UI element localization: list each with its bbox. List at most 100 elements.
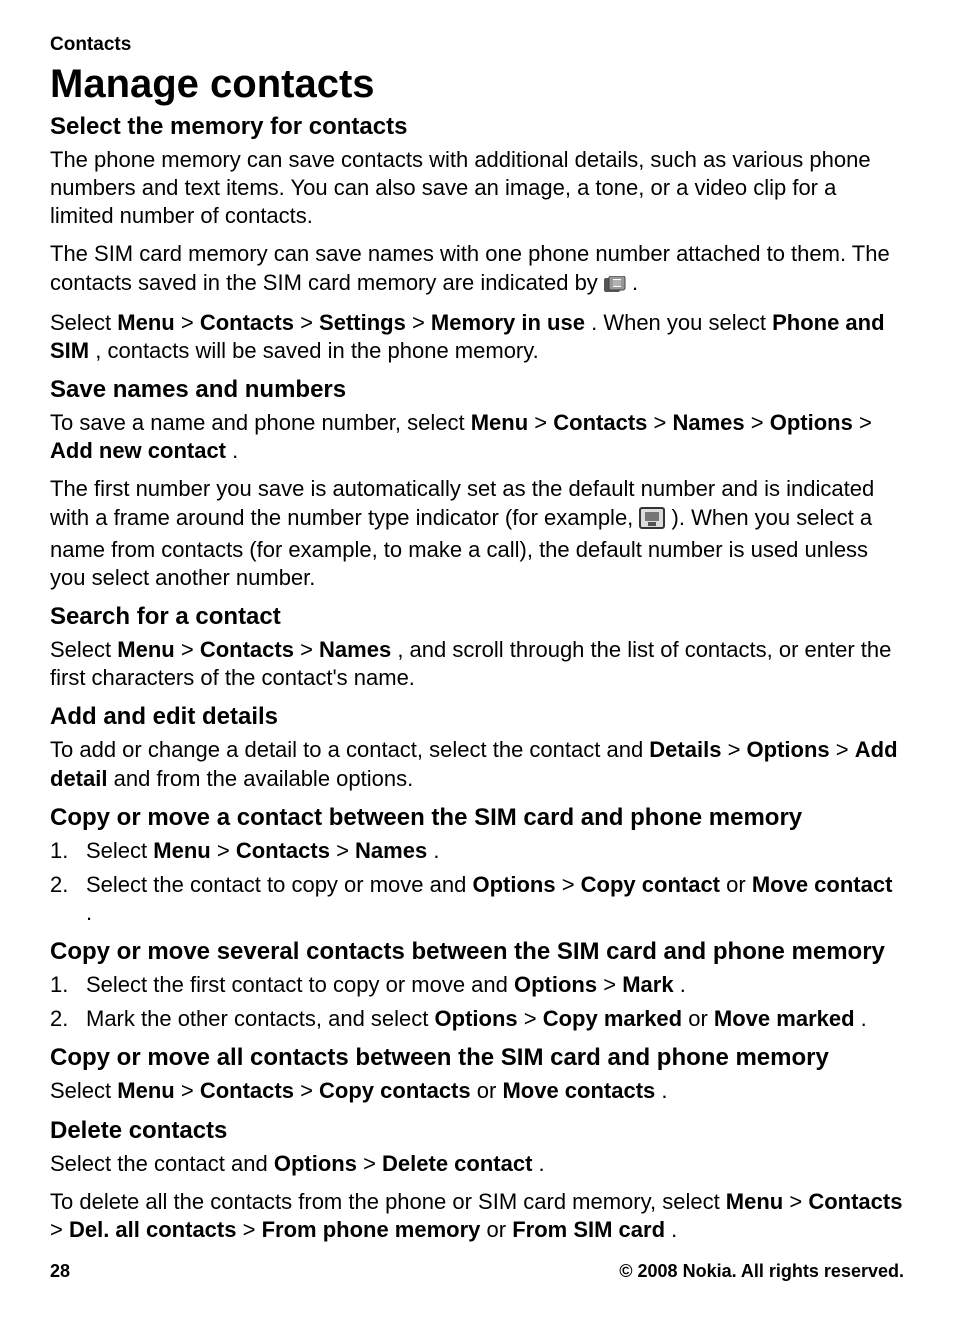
text: . [671, 1217, 677, 1242]
paragraph: To add or change a detail to a contact, … [50, 736, 904, 792]
nav-menu: Menu [117, 1078, 174, 1103]
text: . [632, 270, 638, 295]
nav-contacts: Contacts [200, 1078, 294, 1103]
heading-save-names: Save names and numbers [50, 375, 904, 405]
list-number: 2. [50, 871, 80, 899]
text: or [726, 872, 752, 897]
separator: > [751, 410, 770, 435]
nav-move-contact: Move contact [752, 872, 893, 897]
heading-search-contact: Search for a contact [50, 602, 904, 632]
text: Select [50, 637, 117, 662]
ordered-list: 1. Select the first contact to copy or m… [50, 971, 904, 1033]
separator: > [562, 872, 581, 897]
nav-menu: Menu [726, 1189, 783, 1214]
list-number: 2. [50, 1005, 80, 1033]
nav-copy-marked: Copy marked [543, 1006, 682, 1031]
paragraph: The phone memory can save contacts with … [50, 146, 904, 230]
text: . [661, 1078, 667, 1103]
separator: > [300, 1078, 319, 1103]
text: Select [50, 310, 117, 335]
separator: > [300, 637, 319, 662]
list-item: 1. Select Menu > Contacts > Names . [50, 837, 904, 865]
separator: > [412, 310, 431, 335]
paragraph: Select Menu > Contacts > Copy contacts o… [50, 1077, 904, 1105]
text: The SIM card memory can save names with … [50, 241, 890, 294]
text: or [688, 1006, 714, 1031]
nav-delete-contact: Delete contact [382, 1151, 532, 1176]
text: To save a name and phone number, select [50, 410, 471, 435]
separator: > [336, 838, 355, 863]
heading-copy-move-all: Copy or move all contacts between the SI… [50, 1043, 904, 1073]
ordered-list: 1. Select Menu > Contacts > Names . 2. S… [50, 837, 904, 927]
heading-select-memory: Select the memory for contacts [50, 112, 904, 142]
separator: > [243, 1217, 262, 1242]
text: and from the available options. [114, 766, 414, 791]
heading-copy-move-several: Copy or move several contacts between th… [50, 937, 904, 967]
nav-options: Options [435, 1006, 518, 1031]
paragraph: To save a name and phone number, select … [50, 409, 904, 465]
text: . [539, 1151, 545, 1176]
nav-details: Details [649, 737, 721, 762]
text: Select the contact to copy or move and [86, 872, 472, 897]
nav-contacts: Contacts [200, 637, 294, 662]
page-footer: 28 © 2008 Nokia. All rights reserved. [50, 1261, 904, 1282]
separator: > [50, 1217, 69, 1242]
heading-add-edit-details: Add and edit details [50, 702, 904, 732]
nav-options: Options [274, 1151, 357, 1176]
nav-contacts: Contacts [553, 410, 647, 435]
nav-options: Options [472, 872, 555, 897]
separator: > [603, 972, 622, 997]
nav-copy-contact: Copy contact [581, 872, 720, 897]
page-title: Manage contacts [50, 62, 904, 106]
nav-options: Options [514, 972, 597, 997]
copyright: © 2008 Nokia. All rights reserved. [619, 1261, 904, 1282]
separator: > [654, 410, 673, 435]
nav-from-sim-card: From SIM card [512, 1217, 665, 1242]
text: , contacts will be saved in the phone me… [95, 338, 538, 363]
text: . [232, 438, 238, 463]
text: Mark the other contacts, and select [86, 1006, 435, 1031]
nav-contacts: Contacts [808, 1189, 902, 1214]
list-item: 2. Select the contact to copy or move an… [50, 871, 904, 927]
nav-menu: Menu [153, 838, 210, 863]
nav-options: Options [747, 737, 830, 762]
separator: > [181, 1078, 200, 1103]
text: To add or change a detail to a contact, … [50, 737, 649, 762]
nav-menu: Menu [117, 637, 174, 662]
nav-menu: Menu [471, 410, 528, 435]
nav-options: Options [770, 410, 853, 435]
separator: > [524, 1006, 543, 1031]
paragraph: Select Menu > Contacts > Settings > Memo… [50, 309, 904, 365]
nav-names: Names [355, 838, 427, 863]
section-label: Contacts [50, 34, 904, 56]
text: or [487, 1217, 513, 1242]
text: . [861, 1006, 867, 1031]
text: , and scroll through the list of contact… [50, 637, 891, 690]
paragraph: The SIM card memory can save names with … [50, 240, 904, 298]
list-number: 1. [50, 837, 80, 865]
nav-names: Names [672, 410, 744, 435]
page-number: 28 [50, 1261, 70, 1282]
separator: > [181, 310, 200, 335]
separator: > [300, 310, 319, 335]
text: . [680, 972, 686, 997]
separator: > [836, 737, 855, 762]
text: . When you select [591, 310, 772, 335]
paragraph: Select Menu > Contacts > Names , and scr… [50, 636, 904, 692]
text: Select the first contact to copy or move… [86, 972, 514, 997]
nav-menu: Menu [117, 310, 174, 335]
text: Select [86, 838, 153, 863]
heading-copy-move-one: Copy or move a contact between the SIM c… [50, 803, 904, 833]
phone-number-type-icon [639, 507, 665, 536]
nav-copy-contacts: Copy contacts [319, 1078, 471, 1103]
separator: > [728, 737, 747, 762]
separator: > [789, 1189, 808, 1214]
text: . [86, 900, 92, 925]
separator: > [859, 410, 872, 435]
heading-delete-contacts: Delete contacts [50, 1116, 904, 1146]
paragraph: Select the contact and Options > Delete … [50, 1150, 904, 1178]
nav-memory-in-use: Memory in use [431, 310, 585, 335]
list-item: 1. Select the first contact to copy or m… [50, 971, 904, 999]
nav-names: Names [319, 637, 391, 662]
text: Select the contact and [50, 1151, 274, 1176]
